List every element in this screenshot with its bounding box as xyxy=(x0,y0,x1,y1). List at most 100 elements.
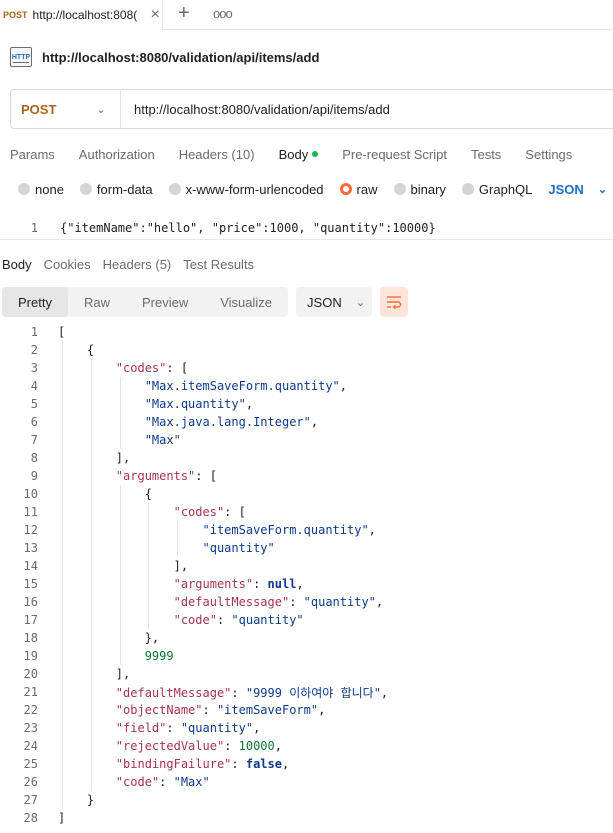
view-raw-button[interactable]: Raw xyxy=(68,287,126,317)
code-line: 23 "field": "quantity", xyxy=(0,719,613,737)
request-name[interactable]: http://localhost:8080/validation/api/ite… xyxy=(42,50,319,65)
indent-guide xyxy=(90,557,92,575)
code-line: 11 "codes": [ xyxy=(0,503,613,521)
radio-graphql[interactable]: GraphQL xyxy=(461,182,532,197)
view-preview-button[interactable]: Preview xyxy=(126,287,204,317)
code-content: ] xyxy=(58,811,65,825)
radio-selected-icon xyxy=(339,183,352,195)
code-content: "field": "quantity", xyxy=(58,721,261,735)
view-visualize-button[interactable]: Visualize xyxy=(204,287,288,317)
indent-guide xyxy=(90,359,92,377)
line-number: 24 xyxy=(23,739,38,753)
indent-guide xyxy=(90,629,92,647)
indent-guide xyxy=(62,593,63,611)
line-number: 1 xyxy=(30,220,38,235)
code-line: 4 "Max.itemSaveForm.quantity", xyxy=(0,377,613,395)
request-tab[interactable]: POST http://localhost:808( × xyxy=(0,0,163,30)
code-content: { xyxy=(58,487,152,501)
code-line: 2 { xyxy=(0,341,613,359)
indent-guide xyxy=(62,791,63,809)
tab-params[interactable]: Params xyxy=(10,145,55,163)
code-line: 3 "codes": [ xyxy=(0,359,613,377)
response-format-select[interactable]: JSON ⌄ xyxy=(296,287,373,317)
indent-guide xyxy=(119,503,121,521)
line-number: 19 xyxy=(23,649,38,663)
add-tab-icon[interactable]: + xyxy=(178,3,190,23)
code-content: "Max.quantity", xyxy=(58,397,253,411)
body-format-select[interactable]: JSON ⌄ xyxy=(548,182,607,197)
code-line: 20 ], xyxy=(0,665,613,683)
code-token: "quantity" xyxy=(231,613,304,627)
close-icon[interactable]: × xyxy=(151,7,160,23)
code-token: 9999 xyxy=(144,649,174,663)
more-icon[interactable]: ooo xyxy=(213,6,233,21)
code-line: 22 "objectName": "itemSaveForm", xyxy=(0,701,613,719)
code-content: "arguments": [ xyxy=(58,469,217,483)
line-number: 7 xyxy=(30,433,38,447)
code-line: 26 "code": "Max" xyxy=(0,773,613,791)
indent-guide xyxy=(90,377,92,395)
tab-cookies[interactable]: Cookies xyxy=(44,257,91,272)
indent-guide xyxy=(119,647,121,665)
code-token: "codes" xyxy=(173,505,225,519)
tab-response-body[interactable]: Body xyxy=(2,257,32,272)
radio-x-www-form-urlencoded[interactable]: x-www-form-urlencoded xyxy=(168,182,324,197)
view-pretty-button[interactable]: Pretty xyxy=(2,287,68,317)
code-line: 14 ], xyxy=(0,557,613,575)
code-line: 5 "Max.quantity", xyxy=(0,395,613,413)
line-number: 3 xyxy=(30,361,38,375)
tab-headers[interactable]: Headers (10) xyxy=(179,145,255,163)
radio-none[interactable]: none xyxy=(18,182,64,197)
tab-body[interactable]: Body xyxy=(279,145,319,163)
indent-guide xyxy=(119,611,121,629)
line-number: 14 xyxy=(23,559,38,573)
code-content: "arguments": null, xyxy=(58,577,304,591)
indent-guide xyxy=(62,539,63,557)
radio-raw[interactable]: raw xyxy=(339,182,378,197)
tab-body-label: Body xyxy=(278,146,309,162)
code-content: "code": "quantity" xyxy=(58,613,304,627)
indent-guide xyxy=(90,413,92,431)
indent-guide xyxy=(62,665,63,683)
tab-authorization[interactable]: Authorization xyxy=(79,145,155,163)
indent-guide xyxy=(62,557,63,575)
indent-guide xyxy=(119,413,121,431)
indent-guide xyxy=(90,755,92,773)
code-line: 28] xyxy=(0,809,613,827)
code-content: "Max.itemSaveForm.quantity", xyxy=(58,379,347,393)
tab-method-label: POST xyxy=(3,10,28,20)
response-body-editor[interactable]: 1[2 {3 "codes": [4 "Max.itemSaveForm.qua… xyxy=(0,323,613,833)
url-input[interactable] xyxy=(134,101,594,117)
method-select[interactable]: POST ⌄ xyxy=(11,90,121,128)
wrap-lines-button[interactable] xyxy=(380,287,409,317)
radio-binary[interactable]: binary xyxy=(393,181,446,197)
indent-guide xyxy=(62,359,63,377)
request-body-editor[interactable]: 1 {"itemName":"hello", "price":1000, "qu… xyxy=(0,216,613,240)
code-token: , xyxy=(281,757,290,771)
code-line: 24 "rejectedValue": 10000, xyxy=(0,737,613,755)
tab-settings[interactable]: Settings xyxy=(525,145,572,163)
tab-response-headers[interactable]: Headers (5) xyxy=(103,257,172,272)
radio-icon xyxy=(18,183,30,195)
radio-form-data[interactable]: form-data xyxy=(79,182,153,197)
code-token: "quantity" xyxy=(303,595,376,609)
code-token: : [ xyxy=(166,361,189,375)
tab-test-results[interactable]: Test Results xyxy=(183,257,254,272)
indent-guide xyxy=(90,485,92,503)
indent-guide xyxy=(119,395,121,413)
code-content: ], xyxy=(58,667,130,681)
indent-guide xyxy=(62,377,63,395)
indent-guide xyxy=(90,719,92,737)
code-line: 6 "Max.java.lang.Integer", xyxy=(0,413,613,431)
indent-guide xyxy=(62,485,63,503)
radio-label: none xyxy=(35,181,64,197)
tab-tests[interactable]: Tests xyxy=(471,145,501,163)
code-content: ], xyxy=(58,451,130,465)
response-toolbar: Pretty Raw Preview Visualize JSON ⌄ xyxy=(2,287,409,317)
code-content: } xyxy=(58,793,94,807)
http-request-icon: HTTP xyxy=(10,47,32,67)
radio-label: binary xyxy=(410,181,446,197)
code-content: "itemSaveForm.quantity", xyxy=(58,523,376,537)
tab-pre-request-script[interactable]: Pre-request Script xyxy=(342,145,447,163)
code-token: ], xyxy=(115,451,131,465)
